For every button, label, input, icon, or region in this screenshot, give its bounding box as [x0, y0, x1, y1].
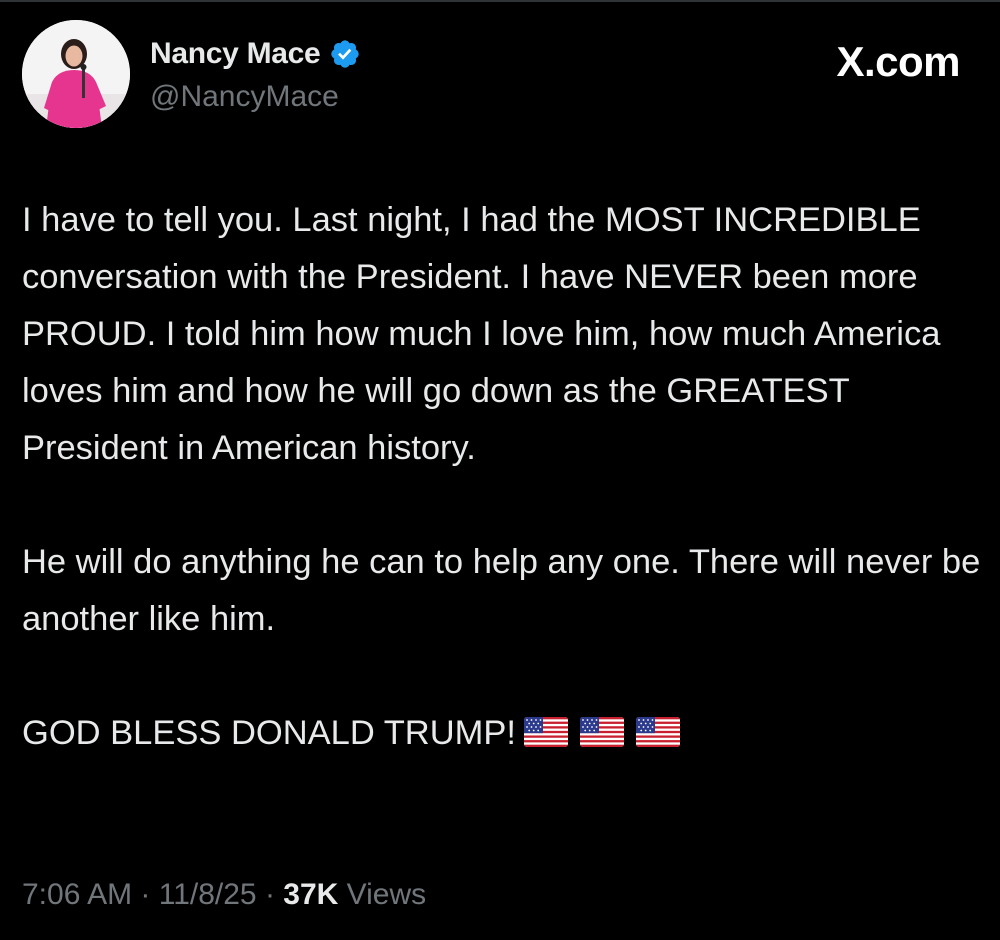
tweet-paragraph: He will do anything he can to help any o… [22, 543, 981, 638]
author-display-name[interactable]: Nancy Mace [150, 37, 321, 71]
views-count[interactable]: 37K [283, 878, 338, 911]
tweet-paragraph-final: GOD BLESS DONALD TRUMP! [22, 705, 982, 762]
us-flag-icon [579, 716, 624, 747]
tweet-date[interactable]: 11/8/25 [159, 878, 257, 911]
meta-separator: · [256, 878, 284, 911]
tweet-text: I have to tell you. Last night, I had th… [22, 192, 982, 762]
views-label: Views [338, 878, 427, 911]
author-identity: Nancy Mace @NancyMace [150, 34, 361, 114]
site-watermark: X.com [836, 38, 960, 85]
tweet-header: Nancy Mace @NancyMace X.com [22, 20, 978, 130]
us-flag-icon [523, 716, 568, 747]
author-handle[interactable]: @NancyMace [150, 80, 361, 114]
tweet-metadata: 7:06 AM · 11/8/25 · 37K Views [22, 878, 426, 912]
flag-emoji-group [523, 716, 680, 747]
us-flag-icon [635, 716, 680, 747]
meta-separator: · [132, 878, 159, 911]
tweet-time[interactable]: 7:06 AM [22, 878, 132, 911]
profile-photo-icon [22, 20, 130, 128]
tweet-closing-line: GOD BLESS DONALD TRUMP! [22, 714, 516, 752]
name-row: Nancy Mace [150, 34, 361, 74]
avatar[interactable] [22, 20, 130, 128]
verified-badge-icon [329, 38, 361, 70]
tweet-paragraph: I have to tell you. Last night, I had th… [22, 201, 941, 467]
top-divider [0, 0, 1000, 2]
